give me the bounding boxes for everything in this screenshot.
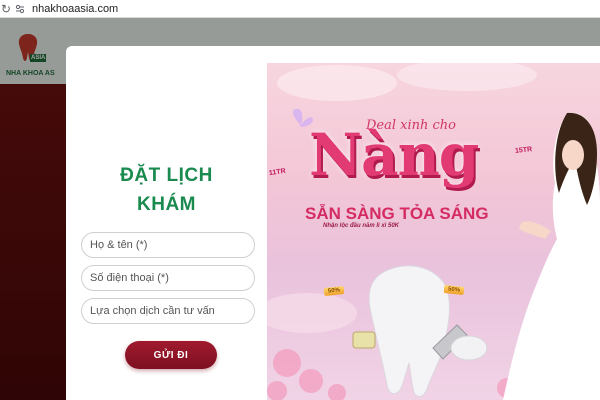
phone-input[interactable] <box>81 265 255 291</box>
banner-tagline: SẴN SÀNG TỎA SÁNG <box>305 204 489 223</box>
form-title-line1: ĐẶT LỊCH <box>120 165 213 186</box>
submit-button[interactable]: GỬI ĐI <box>125 341 217 369</box>
banner-artwork <box>267 63 600 400</box>
form-title: ĐẶT LỊCH KHÁM <box>66 161 267 219</box>
booking-modal: ĐẶT LỊCH KHÁM GỬI ĐI <box>66 46 600 400</box>
browser-address-bar: ↻ nhakhoaasia.com <box>0 0 600 18</box>
name-input[interactable] <box>81 232 255 258</box>
reload-icon[interactable]: ↻ <box>0 0 12 18</box>
banner-headline: Nàng <box>309 121 479 189</box>
booking-form: ĐẶT LỊCH KHÁM GỬI ĐI <box>66 46 267 400</box>
service-input[interactable] <box>81 298 255 324</box>
banner-subline: Nhận lộc đầu năm lì xì 50K <box>323 223 400 229</box>
form-title-line2: KHÁM <box>137 194 196 215</box>
site-info-icon[interactable] <box>12 0 28 18</box>
promo-banner[interactable]: Deal xinh cho Nàng 11TR 15TR SẴN SÀNG TỎ… <box>267 63 600 400</box>
url-text[interactable]: nhakhoaasia.com <box>32 3 118 15</box>
